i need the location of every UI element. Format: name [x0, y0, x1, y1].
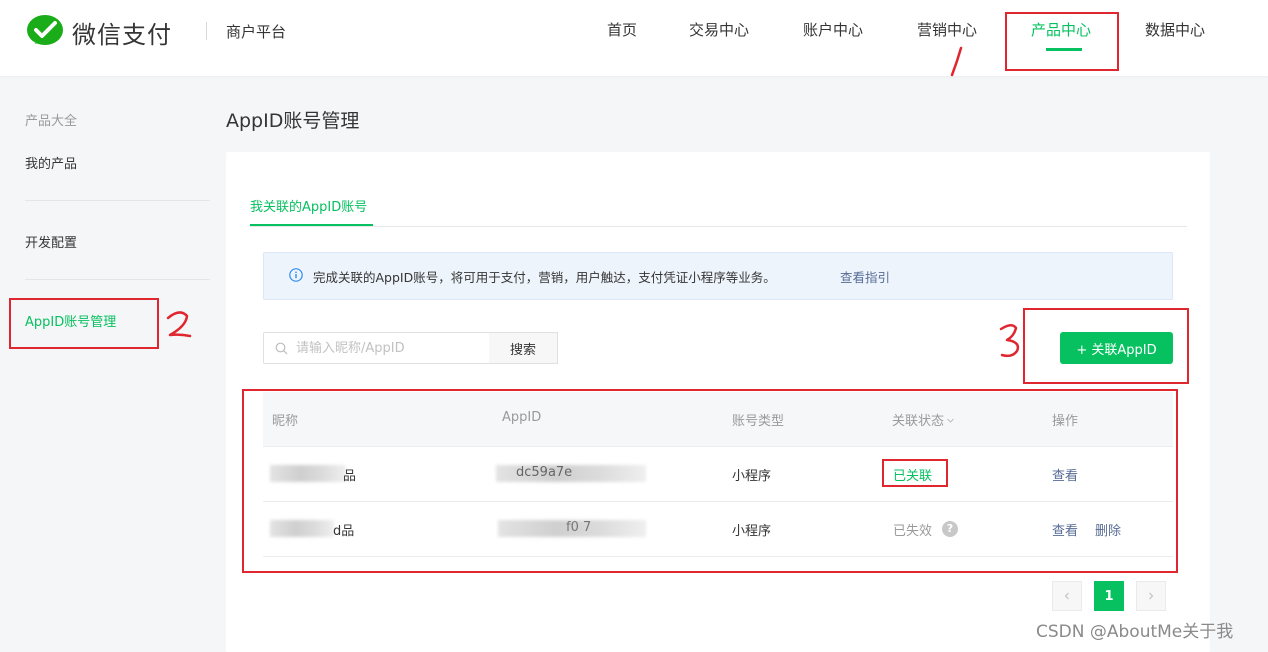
- info-icon: [289, 268, 303, 282]
- prev-page-button[interactable]: [1052, 581, 1082, 611]
- watermark: CSDN @AboutMe关于我: [1036, 622, 1234, 642]
- wechat-pay-logo-icon: [27, 15, 63, 45]
- page-title: AppID账号管理: [226, 110, 360, 132]
- search-box: [263, 332, 491, 364]
- brand-logo[interactable]: 微信支付: [26, 14, 172, 50]
- info-text: 完成关联的AppID账号，将可用于支付，营销，用户触达，支付凭证小程序等业务。: [313, 270, 776, 285]
- sidebar-item-my-products[interactable]: 我的产品: [25, 153, 77, 172]
- info-banner: 完成关联的AppID账号，将可用于支付，营销，用户触达，支付凭证小程序等业务。 …: [263, 252, 1173, 300]
- sidebar-divider: [25, 200, 210, 201]
- nav-item-data[interactable]: 数据中心: [1145, 19, 1205, 40]
- nav-item-home[interactable]: 首页: [607, 19, 637, 40]
- next-page-button[interactable]: [1136, 581, 1166, 611]
- platform-label: 商户平台: [226, 23, 287, 41]
- annotation-box-nav: [1005, 12, 1119, 71]
- search-button[interactable]: 搜索: [489, 332, 558, 364]
- chevron-right-icon: [1149, 592, 1154, 600]
- view-guide-link[interactable]: 查看指引: [840, 267, 890, 286]
- nav-item-marketing[interactable]: 营销中心: [917, 19, 977, 40]
- annotation-box-button: [1023, 308, 1189, 384]
- brand-name: 微信支付: [72, 20, 172, 49]
- annotation-box-status: [882, 459, 948, 487]
- nav-item-account[interactable]: 账户中心: [803, 19, 863, 40]
- page-number-button[interactable]: 1: [1094, 581, 1124, 611]
- sidebar-divider: [25, 279, 210, 280]
- nav-item-transactions[interactable]: 交易中心: [689, 19, 749, 40]
- tab-linked-appid[interactable]: 我关联的AppID账号: [250, 196, 367, 215]
- header-divider: [206, 22, 207, 40]
- search-icon: [275, 342, 288, 355]
- tab-baseline: [250, 226, 1187, 227]
- sidebar-item-dev-config[interactable]: 开发配置: [25, 232, 77, 251]
- annotation-box-table: [242, 389, 1178, 573]
- search-input[interactable]: [294, 340, 484, 357]
- sidebar-category: 产品大全: [25, 114, 78, 129]
- annotation-2: [166, 311, 192, 338]
- chevron-left-icon: [1064, 592, 1069, 600]
- annotation-box-sidebar: [9, 298, 159, 349]
